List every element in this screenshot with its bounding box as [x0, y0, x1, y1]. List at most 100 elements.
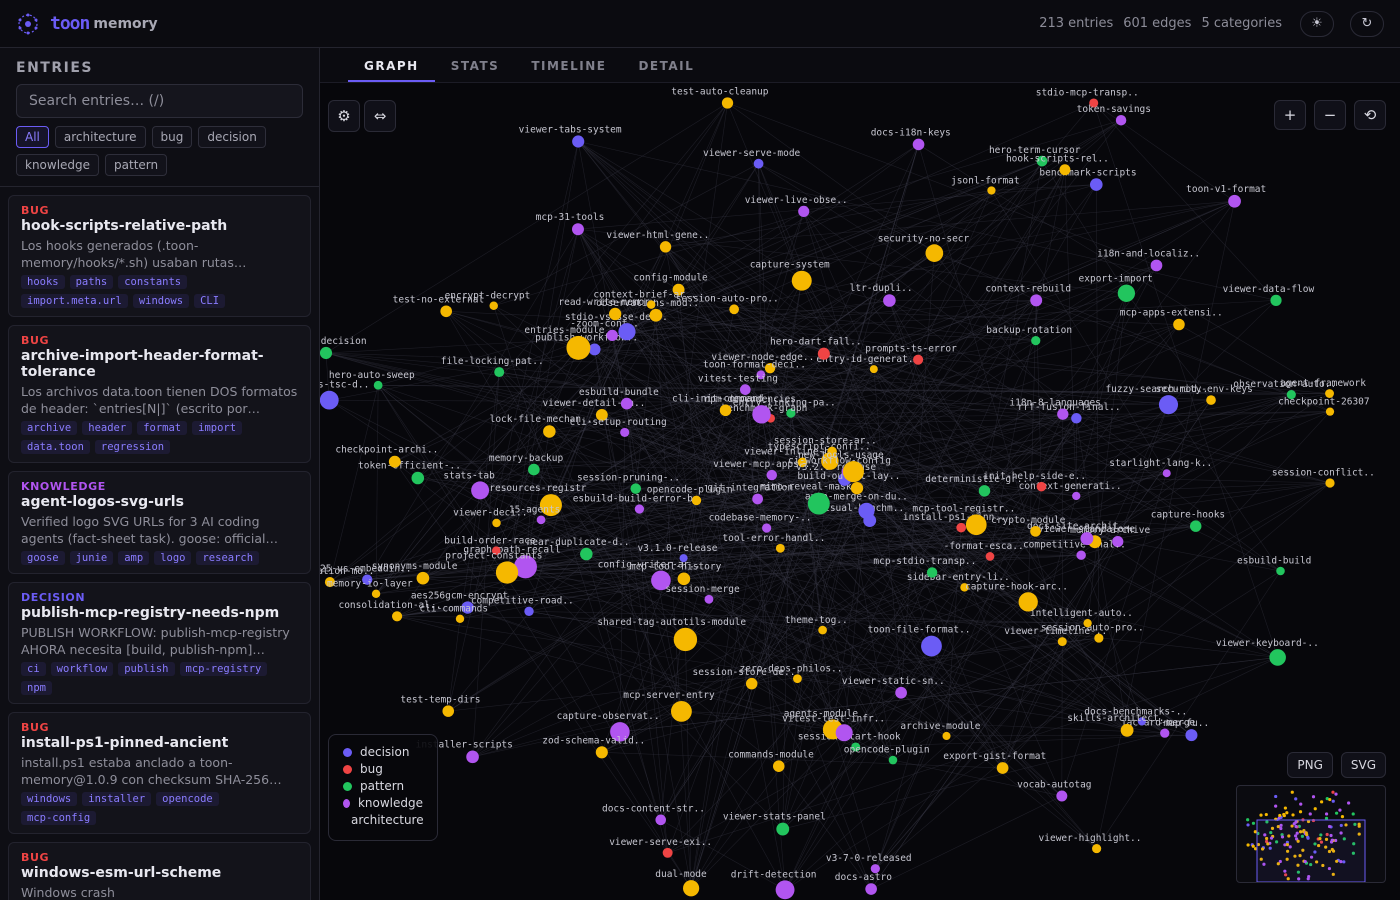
entry-tag[interactable]: windows — [132, 294, 190, 308]
minimap-canvas[interactable] — [1237, 786, 1386, 883]
graph-node-circle[interactable] — [1270, 294, 1282, 306]
tab-stats[interactable]: STATS — [435, 48, 516, 82]
entry-tag[interactable]: junie — [69, 551, 114, 565]
filter-decision[interactable]: decision — [198, 126, 266, 148]
logo[interactable]: toon memory — [16, 12, 158, 36]
graph-node[interactable]: archive-module — [900, 721, 981, 741]
graph-node[interactable]: esbuild-build — [1237, 556, 1311, 576]
graph-node-circle[interactable] — [618, 323, 636, 341]
entry-tag[interactable]: hooks — [21, 275, 65, 289]
graph-node-circle[interactable] — [1080, 532, 1094, 545]
graph-node[interactable]: viewer-serve-exi.. — [609, 837, 712, 858]
filter-knowledge[interactable]: knowledge — [16, 154, 100, 176]
graph-node-circle[interactable] — [466, 750, 479, 764]
graph-node[interactable]: dual-mode — [655, 869, 707, 897]
graph-node-circle[interactable] — [739, 384, 751, 395]
entry-tag[interactable]: research — [196, 551, 260, 565]
graph-node-circle[interactable] — [1059, 164, 1071, 176]
entry-tag[interactable]: workflow — [50, 662, 114, 676]
filter-architecture[interactable]: architecture — [54, 126, 146, 148]
graph-canvas[interactable]: stats-tabgraph-path-recallpublish-workfl… — [320, 83, 1400, 900]
graph-node-circle[interactable] — [850, 482, 864, 495]
graph-node-circle[interactable] — [489, 301, 498, 311]
entry-tag[interactable]: regression — [94, 440, 171, 454]
graph-node-circle[interactable] — [721, 97, 734, 109]
graph-node-circle[interactable] — [1189, 520, 1202, 532]
filter-all[interactable]: All — [16, 126, 49, 148]
entry-tag[interactable]: npm — [21, 681, 52, 695]
graph-node-circle[interactable] — [1036, 481, 1047, 492]
graph-node-circle[interactable] — [775, 880, 795, 900]
graph-node-circle[interactable] — [704, 594, 714, 604]
graph-node[interactable]: test-temp-dirs — [400, 694, 481, 717]
graph-node-circle[interactable] — [807, 492, 830, 515]
graph-node-circle[interactable] — [606, 329, 618, 341]
graph-node-circle[interactable] — [494, 367, 505, 378]
graph-node-circle[interactable] — [411, 471, 425, 485]
entry-tag[interactable]: CLI — [194, 294, 226, 308]
graph-node-circle[interactable] — [691, 495, 702, 506]
graph-node-circle[interactable] — [440, 305, 452, 318]
entry-tag[interactable]: windows — [21, 792, 78, 806]
graph-node[interactable]: security-no-secr — [878, 233, 970, 262]
graph-node-circle[interactable] — [895, 686, 907, 699]
graph-node-circle[interactable] — [1117, 284, 1136, 302]
graph-node-circle[interactable] — [956, 522, 966, 533]
graph-node[interactable]: docs-i18n-keys — [871, 128, 951, 151]
graph-node-circle[interactable] — [1115, 114, 1127, 126]
graph-node[interactable]: session-auto-pro.. — [1041, 623, 1144, 643]
graph-node-circle[interactable] — [762, 523, 772, 533]
graph-node-circle[interactable] — [776, 822, 790, 836]
search-input[interactable] — [16, 84, 303, 118]
graph-node-circle[interactable] — [495, 561, 519, 584]
graph-node[interactable]: viewer-tabs-system — [519, 124, 622, 148]
graph-node[interactable]: capture-system — [750, 260, 830, 291]
graph-node-circle[interactable] — [634, 504, 645, 514]
graph-node-circle[interactable] — [566, 335, 591, 360]
export-svg-button[interactable]: SVG — [1340, 752, 1386, 778]
filter-pattern[interactable]: pattern — [105, 154, 168, 176]
graph-node-circle[interactable] — [1120, 723, 1134, 737]
theme-toggle-button[interactable]: ☀ — [1300, 10, 1334, 37]
graph-node-circle[interactable] — [1185, 729, 1198, 742]
graph-node-circle[interactable] — [1057, 408, 1069, 420]
graph-node-circle[interactable] — [752, 493, 764, 505]
entry-card[interactable]: BUG hook-scripts-relative-path Los hooks… — [8, 195, 311, 317]
graph-node-circle[interactable] — [1057, 637, 1067, 647]
graph-node-circle[interactable] — [842, 461, 864, 483]
graph-node-circle[interactable] — [719, 404, 732, 417]
refresh-button[interactable]: ↻ — [1350, 10, 1384, 37]
graph-node[interactable]: vitest-testing — [698, 373, 778, 395]
entry-card[interactable]: BUG install-ps1-pinned-ancient install.p… — [8, 712, 311, 834]
graph-node-circle[interactable] — [883, 294, 896, 307]
tab-timeline[interactable]: TIMELINE — [515, 48, 622, 82]
graph-node-circle[interactable] — [580, 547, 593, 561]
graph-node-circle[interactable] — [659, 241, 672, 253]
graph-node-circle[interactable] — [683, 880, 700, 897]
entry-tag[interactable]: format — [137, 421, 188, 435]
graph-node-circle[interactable] — [471, 481, 490, 500]
graph-node[interactable]: cli-setup-routing — [570, 417, 667, 437]
graph-node-circle[interactable] — [753, 158, 764, 169]
graph-node-circle[interactable] — [1056, 790, 1068, 802]
graph-node[interactable]: context-generati.. — [1019, 481, 1122, 501]
graph-node-circle[interactable] — [1076, 550, 1086, 560]
graph-node[interactable]: no-cloud-decision — [320, 336, 367, 360]
graph-node[interactable]: test-no-external — [393, 294, 485, 318]
graph-node-circle[interactable] — [416, 571, 430, 585]
graph-node-circle[interactable] — [371, 589, 381, 599]
graph-node[interactable]: viewer-serve-mode — [703, 148, 801, 169]
graph-node[interactable]: file-locking-pat.. — [441, 356, 544, 378]
graph-node[interactable]: shared-tag-autotils-module — [597, 617, 746, 652]
graph-node[interactable]: drift-detection — [731, 869, 817, 900]
minimap-viewport[interactable] — [1256, 819, 1366, 882]
graph-node-circle[interactable] — [524, 606, 534, 617]
graph-node-circle[interactable] — [670, 700, 692, 722]
graph-node-circle[interactable] — [492, 518, 501, 528]
graph-node-circle[interactable] — [649, 308, 663, 322]
graph-node-circle[interactable] — [646, 300, 656, 309]
entry-tag[interactable]: constants — [118, 275, 188, 289]
graph-node[interactable]: backup-rotation — [986, 325, 1072, 346]
graph-node-circle[interactable] — [536, 515, 546, 525]
graph-node-circle[interactable] — [373, 380, 383, 390]
